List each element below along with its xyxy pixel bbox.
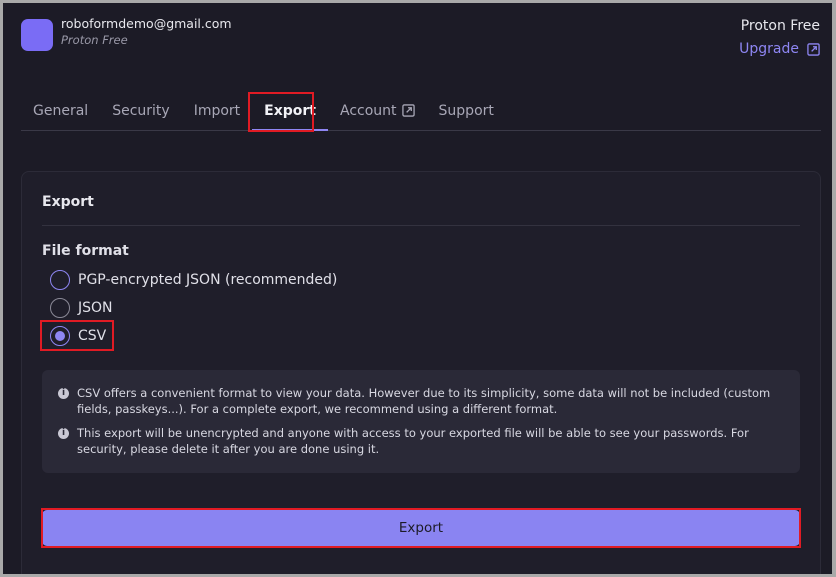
settings-tabs: General Security Import Export Account S… (21, 91, 821, 131)
account-email: roboformdemo@gmail.com (61, 16, 232, 31)
info-line: i CSV offers a convenient format to view… (58, 385, 788, 417)
settings-window: roboformdemo@gmail.com Proton Free Proto… (3, 3, 832, 574)
external-link-icon (401, 104, 415, 117)
radio-button[interactable] (50, 270, 70, 290)
tab-import[interactable]: Import (182, 91, 252, 130)
radio-dot (55, 331, 65, 341)
info-icon: i (58, 428, 69, 439)
panel-title: Export (42, 194, 94, 210)
info-line: i This export will be unencrypted and an… (58, 425, 788, 457)
divider (42, 225, 800, 226)
radio-csv[interactable]: CSV (50, 326, 106, 346)
plan-name: Proton Free (740, 18, 820, 34)
export-button[interactable]: Export (42, 510, 800, 546)
tab-general[interactable]: General (21, 91, 100, 130)
file-format-label: File format (42, 243, 129, 259)
tab-support[interactable]: Support (427, 91, 506, 130)
tab-security[interactable]: Security (100, 91, 182, 130)
account-plan-subtitle: Proton Free (61, 33, 128, 47)
radio-json[interactable]: JSON (50, 298, 113, 318)
info-box: i CSV offers a convenient format to view… (42, 370, 800, 473)
tab-export[interactable]: Export (252, 91, 328, 131)
radio-button[interactable] (50, 298, 70, 318)
info-icon: i (58, 388, 69, 399)
upgrade-label: Upgrade (739, 41, 799, 57)
external-link-icon (807, 42, 820, 56)
upgrade-link[interactable]: Upgrade (739, 41, 820, 57)
tab-account[interactable]: Account (328, 91, 427, 130)
radio-label: JSON (78, 300, 113, 316)
radio-label: PGP-encrypted JSON (recommended) (78, 272, 338, 288)
radio-label: CSV (78, 328, 107, 344)
radio-pgp-json[interactable]: PGP-encrypted JSON (recommended) (50, 270, 337, 290)
radio-button-checked[interactable] (50, 326, 70, 346)
avatar (21, 19, 53, 51)
export-panel: Export File format PGP-encrypted JSON (r… (21, 171, 821, 574)
